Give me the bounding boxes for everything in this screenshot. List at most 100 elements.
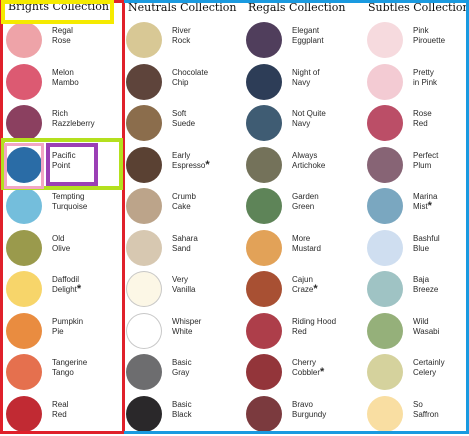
swatch-label-line: Regal: [52, 26, 73, 35]
swatch-item: Tangerine Tango: [0, 354, 124, 394]
swatch-label-line: Chip: [172, 78, 189, 87]
swatch-label-line: Tango: [52, 368, 74, 377]
swatch-label-line: Sand: [172, 244, 191, 253]
color-swatch: [367, 271, 403, 307]
swatch-item: Basic Black: [124, 396, 244, 436]
swatch-label: Crumb Cake: [172, 192, 234, 212]
swatch-item: More Mustard: [244, 230, 364, 270]
swatch-item: Tempting Turquoise: [0, 188, 124, 228]
swatch-label: Pretty in Pink: [413, 68, 463, 88]
swatch-item: Regal Rose: [0, 22, 124, 62]
swatch-label-line: Cherry: [292, 358, 317, 367]
collection-title: Subtles Collection: [368, 1, 469, 14]
swatch-item: Marina Mist*: [364, 188, 469, 228]
swatch-label-line: Bravo: [292, 400, 313, 409]
swatch-item: River Rock: [124, 22, 244, 62]
color-swatch: [367, 230, 403, 266]
color-swatch: [246, 147, 282, 183]
swatch-label: Pumpkin Pie: [52, 317, 114, 337]
swatch-item: Bashful Blue: [364, 230, 469, 270]
swatch-item: So Saffron: [364, 396, 469, 436]
swatch-item: Always Artichoke: [244, 147, 364, 187]
swatch-label-line: Always: [292, 151, 318, 160]
swatch-label-line: Gray: [172, 368, 190, 377]
swatch-label-line: Not Quite: [292, 109, 326, 118]
swatch-label-line: Tempting: [52, 192, 85, 201]
swatch-label-line: Pretty: [413, 68, 434, 77]
swatch-item: Daffodil Delight*: [0, 271, 124, 311]
swatch-label-line: Burgundy: [292, 410, 327, 419]
swatch-item: Old Olive: [0, 230, 124, 270]
color-swatch: [6, 188, 42, 224]
swatch-item: Bravo Burgundy: [244, 396, 364, 436]
swatch-label: Melon Mambo: [52, 68, 114, 88]
color-swatch: [246, 188, 282, 224]
swatch-label-line: Red: [413, 119, 428, 128]
swatch-item: Garden Green: [244, 188, 364, 228]
swatch-item: Perfect Plum: [364, 147, 469, 187]
swatch-label-line: Point: [52, 161, 71, 170]
star-marker: *: [76, 283, 82, 295]
swatch-label: Night of Navy: [292, 68, 354, 88]
color-swatch: [6, 230, 42, 266]
swatch-label-line: Soft: [172, 109, 187, 118]
swatch-item: Rose Red: [364, 105, 469, 145]
swatch-label: Baja Breeze: [413, 275, 463, 295]
swatch-item: Pacific Point: [0, 147, 124, 187]
swatch-label-line: Crumb: [172, 192, 197, 201]
collection-regals: Regals Collection Elegant Eggplant Night o…: [244, 0, 364, 434]
swatch-item: Pretty in Pink: [364, 64, 469, 104]
swatch-item: Melon Mambo: [0, 64, 124, 104]
swatch-label: Basic Gray: [172, 358, 234, 378]
swatch-label-line: Navy: [292, 78, 311, 87]
swatch-label: Bashful Blue: [413, 234, 463, 254]
swatch-label: Chocolate Chip: [172, 68, 234, 88]
swatch-label: Regal Rose: [52, 26, 114, 46]
collection-subtles: Subtles Collection Pink Pirouette Pretty in…: [364, 0, 469, 434]
swatch-item: Basic Gray: [124, 354, 244, 394]
swatch-label: So Saffron: [413, 400, 463, 420]
swatch-label-line: Green: [292, 202, 315, 211]
color-swatch: [6, 313, 42, 349]
swatch-label: Whisper White: [172, 317, 234, 337]
color-swatch: [6, 354, 42, 390]
color-swatch: [126, 105, 162, 141]
swatch-label-line: in Pink: [413, 78, 438, 87]
swatch-label-line: Cake: [172, 202, 191, 211]
swatch-item: Pumpkin Pie: [0, 313, 124, 353]
swatch-label-line: Mustard: [292, 244, 321, 253]
swatch-label: Bravo Burgundy: [292, 400, 354, 420]
swatch-label-line: So: [413, 400, 423, 409]
color-swatch: [6, 22, 42, 58]
swatch-label-line: Pacific: [52, 151, 76, 160]
swatch-label-line: Pirouette: [413, 36, 446, 45]
swatch-label-line: Melon: [52, 68, 74, 77]
swatch-label: Basic Black: [172, 400, 234, 420]
color-swatch: [246, 22, 282, 58]
swatch-label-line: Pink: [413, 26, 429, 35]
swatch-label-line: Vanilla: [172, 285, 196, 294]
color-swatch: [126, 230, 162, 266]
swatch-label: Always Artichoke: [292, 151, 354, 171]
swatch-label-line: Saffron: [413, 410, 439, 419]
color-swatch: [246, 313, 282, 349]
color-swatch: [367, 64, 403, 100]
swatch-label-line: Rich: [52, 109, 69, 118]
swatch-item: Very Vanilla: [124, 271, 244, 311]
swatch-label-line: Night of: [292, 68, 320, 77]
swatch-label-line: Razzleberry: [52, 119, 95, 128]
swatch-label-line: Baja: [413, 275, 430, 284]
swatch-label-line: Cobbler: [292, 368, 321, 377]
swatch-label: Sahara Sand: [172, 234, 234, 254]
swatch-item: Rich Razzleberry: [0, 105, 124, 145]
swatch-item: Crumb Cake: [124, 188, 244, 228]
swatch-label-line: Perfect: [413, 151, 439, 160]
swatch-label-line: Suede: [172, 119, 196, 128]
color-swatch: [126, 64, 162, 100]
color-swatch: [6, 396, 42, 432]
swatch-label: Cherry Cobbler*: [292, 358, 354, 378]
swatch-label-line: Riding Hood: [292, 317, 337, 326]
color-swatch: [126, 396, 162, 432]
swatch-label: Riding Hood Red: [292, 317, 354, 337]
swatch-label-line: More: [292, 234, 311, 243]
